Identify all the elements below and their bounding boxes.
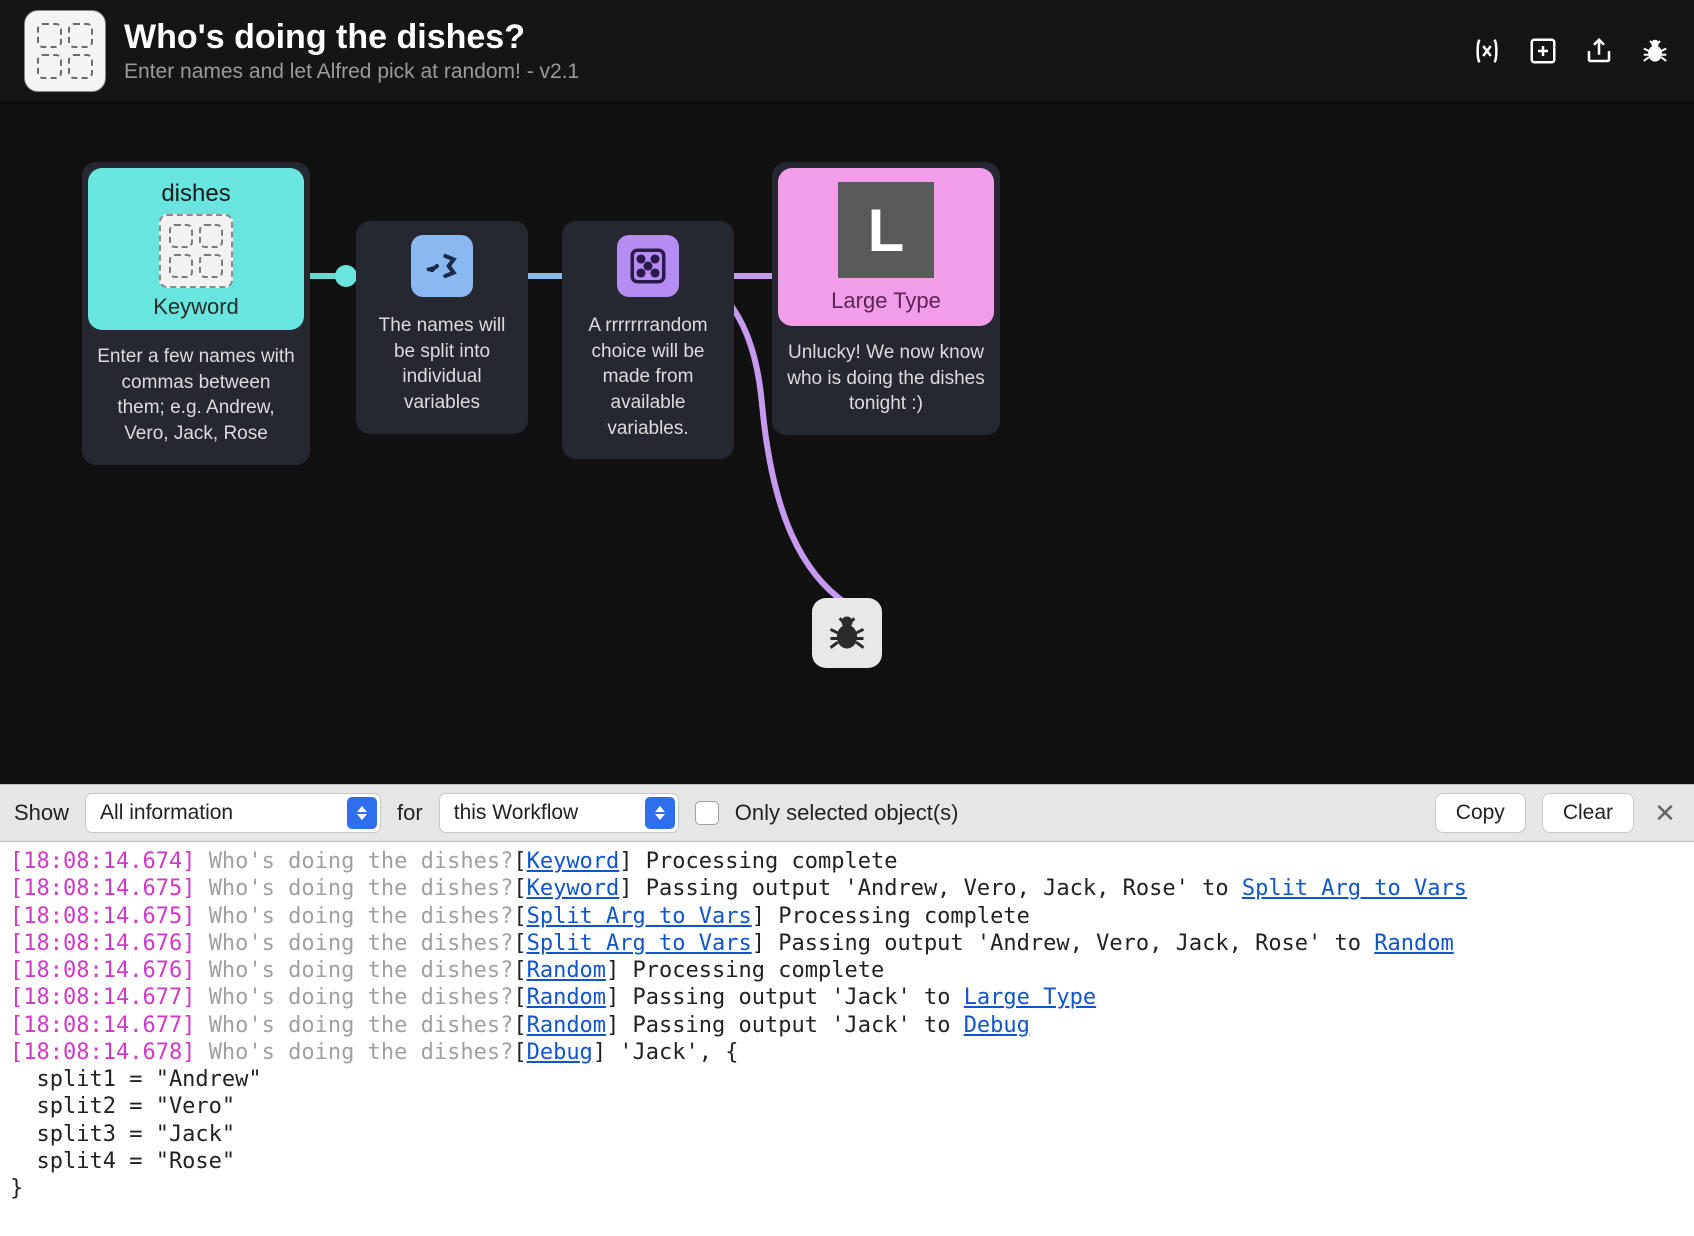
grid-icon: [37, 23, 93, 79]
workflow-icon[interactable]: [24, 10, 106, 92]
scope-value: this Workflow: [454, 801, 578, 825]
large-type-label: Large Type: [788, 288, 984, 314]
node-debug[interactable]: [812, 598, 882, 668]
large-type-desc: Unlucky! We now know who is doing the di…: [772, 332, 1000, 421]
share-button[interactable]: [1584, 36, 1614, 66]
random-desc: A rrrrrrrandom choice will be made from …: [562, 305, 734, 445]
large-type-glyph: L: [868, 196, 905, 265]
node-keyword-header: dishes Keyword: [88, 168, 304, 330]
add-button[interactable]: [1528, 36, 1558, 66]
close-icon[interactable]: ✕: [1650, 798, 1680, 828]
node-large-type[interactable]: L Large Type Unlucky! We now know who is…: [772, 162, 1000, 435]
header-titles: Who's doing the dishes? Enter names and …: [124, 18, 1472, 84]
split-desc: The names will be split into individual …: [356, 305, 528, 420]
copy-button[interactable]: Copy: [1435, 793, 1526, 833]
debug-button[interactable]: [1640, 36, 1670, 66]
header-bar: Who's doing the dishes? Enter names and …: [0, 0, 1694, 104]
clear-label: Clear: [1563, 801, 1613, 825]
split-icon: [411, 235, 473, 297]
node-keyword[interactable]: dishes Keyword Enter a few names with co…: [82, 162, 310, 465]
header-actions: [1472, 36, 1670, 66]
chevron-updown-icon: [347, 797, 377, 829]
variables-button[interactable]: [1472, 36, 1502, 66]
copy-label: Copy: [1456, 801, 1505, 825]
node-split[interactable]: The names will be split into individual …: [356, 221, 528, 434]
workflow-title: Who's doing the dishes?: [124, 18, 1472, 57]
workflow-subtitle: Enter names and let Alfred pick at rando…: [124, 60, 1472, 84]
workflow-canvas[interactable]: dishes Keyword Enter a few names with co…: [0, 104, 1694, 784]
only-selected-checkbox[interactable]: [695, 801, 719, 825]
grid-icon: [159, 214, 233, 288]
for-label: for: [397, 800, 423, 826]
filter-select[interactable]: All information: [85, 793, 381, 833]
debug-log[interactable]: [18:08:14.674] Who's doing the dishes?[K…: [0, 842, 1694, 1236]
large-type-header: L Large Type: [778, 168, 994, 326]
scope-select[interactable]: this Workflow: [439, 793, 679, 833]
keyword-title: dishes: [98, 180, 294, 208]
only-selected-label: Only selected object(s): [735, 800, 959, 826]
node-random[interactable]: A rrrrrrrandom choice will be made from …: [562, 221, 734, 459]
chevron-updown-icon: [645, 797, 675, 829]
keyword-label: Keyword: [98, 294, 294, 320]
dice-icon: [617, 235, 679, 297]
keyword-desc: Enter a few names with commas between th…: [82, 336, 310, 451]
large-type-icon: L: [838, 182, 934, 278]
clear-button[interactable]: Clear: [1542, 793, 1634, 833]
debug-toolbar: Show All information for this Workflow O…: [0, 784, 1694, 842]
bug-icon: [825, 611, 869, 655]
show-label: Show: [14, 800, 69, 826]
filter-value: All information: [100, 801, 233, 825]
